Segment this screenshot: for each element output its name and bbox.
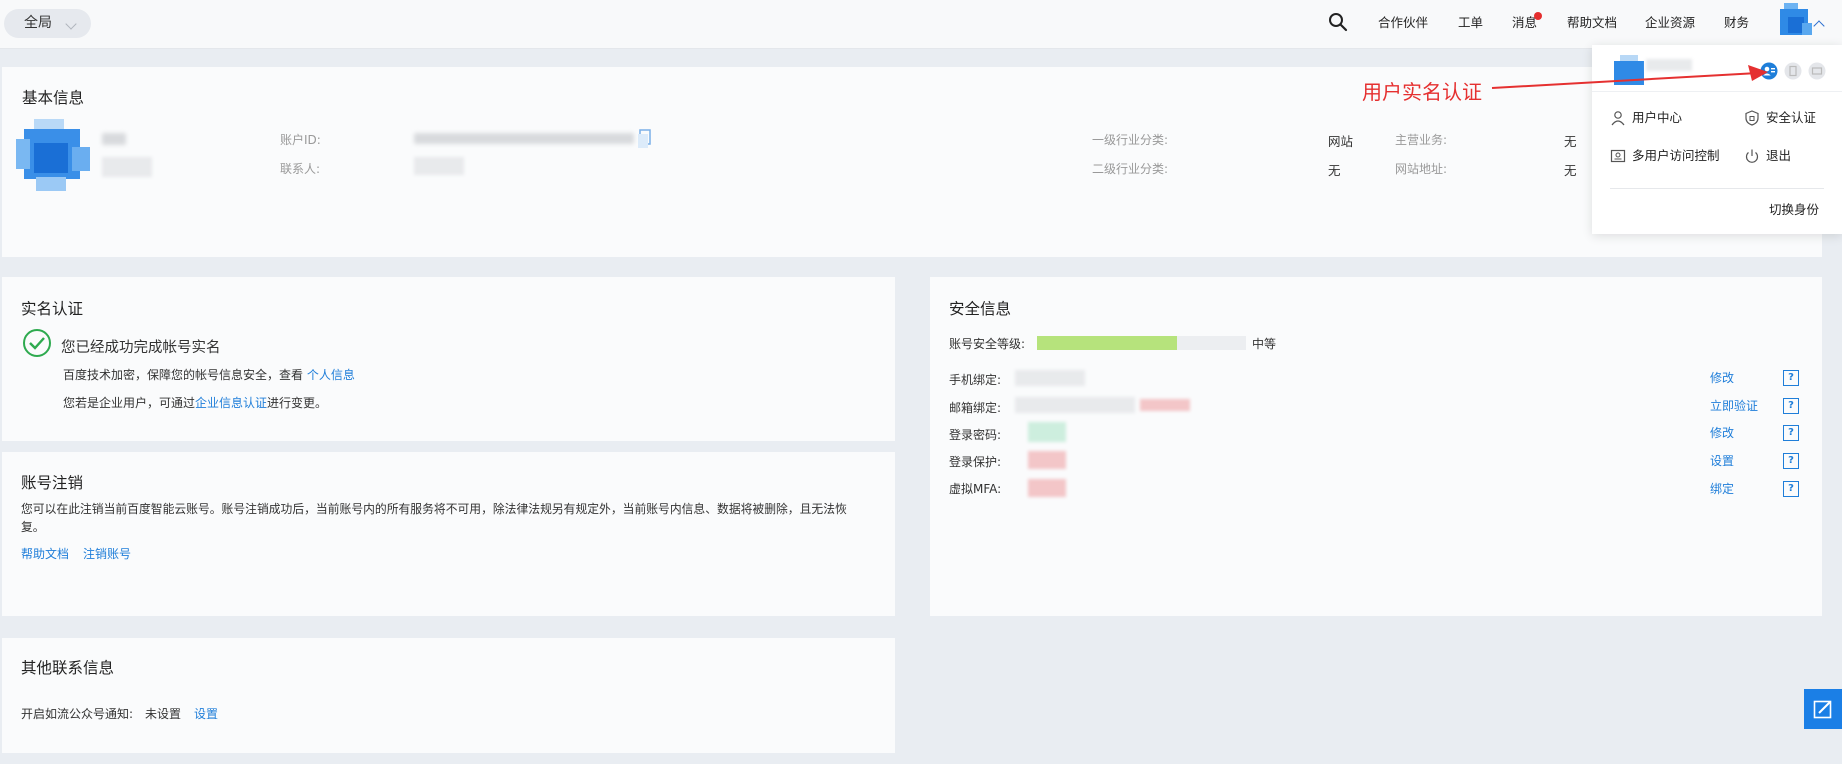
nav-partners[interactable]: 合作伙伴 (1378, 14, 1428, 32)
dropdown-divider (1610, 188, 1824, 189)
help-question-icon[interactable]: ? (1783, 398, 1799, 414)
power-icon (1745, 149, 1759, 163)
redacted-protection-status (1028, 451, 1066, 469)
menu-logout[interactable]: 退出 (1766, 148, 1791, 164)
enterprise-prefix: 您若是企业用户，可通过 (63, 396, 196, 410)
login-password-label: 登录密码: (949, 428, 1002, 442)
realname-card: 实名认证 您已经成功完成帐号实名 百度技术加密，保障您的帐号信息安全，查看 个人… (2, 277, 895, 441)
feedback-button[interactable] (1804, 689, 1842, 729)
contact-label: 联系人: (280, 162, 321, 176)
redacted-email-domain (1140, 399, 1190, 411)
document-icon[interactable] (1784, 62, 1802, 80)
nav-tickets[interactable]: 工单 (1458, 14, 1483, 32)
help-question-icon[interactable]: ? (1783, 425, 1799, 441)
website-label: 网站地址: (1395, 162, 1448, 176)
industry2-label: 二级行业分类: (1092, 162, 1169, 176)
login-protection-label: 登录保护: (949, 455, 1002, 469)
nav-help-docs[interactable]: 帮助文档 (1567, 14, 1617, 32)
scope-label: 全局 (24, 15, 52, 31)
search-icon[interactable] (1328, 12, 1348, 32)
user-avatar[interactable] (1780, 3, 1812, 39)
help-question-icon[interactable]: ? (1783, 481, 1799, 497)
other-contact-title: 其他联系信息 (21, 659, 115, 677)
ruliu-notify-value: 未设置 (145, 707, 182, 721)
redacted-subtext (102, 157, 152, 177)
chevron-down-icon (65, 18, 77, 30)
annotation-arrow (1491, 65, 1768, 89)
top-bar: 全局 合作伙伴 工单 消息 帮助文档 企业资源 财务 (0, 0, 1842, 49)
switch-identity-button[interactable]: 切换身份 (1769, 202, 1819, 218)
menu-user-center[interactable]: 用户中心 (1632, 110, 1682, 126)
redacted-mfa-status (1028, 479, 1066, 497)
industry1-value: 网站 (1328, 134, 1354, 149)
mfa-bind-link[interactable]: 绑定 (1710, 480, 1734, 497)
enterprise-line: 您若是企业用户，可通过企业信息认证进行变更。 (63, 394, 327, 411)
redacted-contact (414, 157, 464, 175)
user-icon (1611, 111, 1625, 126)
check-circle-icon (23, 329, 51, 357)
phone-binding-label: 手机绑定: (949, 373, 1002, 387)
scope-selector[interactable]: 全局 (4, 9, 91, 38)
menu-security-auth[interactable]: 安全认证 (1766, 110, 1816, 126)
cancel-account-title: 账号注销 (21, 474, 84, 492)
help-question-icon[interactable]: ? (1783, 453, 1799, 469)
edit-icon (1813, 700, 1832, 719)
account-avatar (16, 119, 90, 191)
realname-title: 实名认证 (21, 300, 84, 318)
redacted-phone (1015, 370, 1085, 386)
realname-status: 您已经成功完成帐号实名 (61, 340, 221, 356)
help-docs-link[interactable]: 帮助文档 (21, 545, 69, 562)
other-contact-card: 其他联系信息 开启如流公众号通知: 未设置 设置 (2, 638, 895, 753)
protection-setup-link[interactable]: 设置 (1710, 452, 1734, 469)
main-business-label: 主营业务: (1395, 133, 1448, 147)
basic-info-title: 基本信息 (22, 89, 85, 107)
virtual-mfa-label: 虚拟MFA: (949, 482, 1002, 496)
security-title: 安全信息 (949, 300, 1012, 318)
enterprise-suffix: 进行变更。 (267, 396, 328, 410)
security-level-track (1037, 336, 1246, 350)
password-modify-link[interactable]: 修改 (1710, 424, 1734, 441)
security-level-value: 中等 (1252, 337, 1277, 351)
redacted-name (102, 133, 126, 145)
enterprise-auth-link[interactable]: 企业信息认证 (195, 396, 267, 410)
chevron-up-icon[interactable] (1813, 20, 1825, 32)
email-binding-label: 邮箱绑定: (949, 401, 1002, 415)
help-question-icon[interactable]: ? (1783, 370, 1799, 386)
email-verify-link[interactable]: 立即验证 (1710, 397, 1758, 414)
redacted-password-status (1028, 422, 1066, 442)
annotation-label: 用户实名认证 (1362, 80, 1482, 104)
cancel-account-link[interactable]: 注销账号 (83, 545, 131, 562)
realname-desc-line: 百度技术加密，保障您的帐号信息安全，查看 个人信息 (63, 366, 355, 383)
shield-icon (1745, 110, 1759, 126)
ruliu-notify-label: 开启如流公众号通知: (21, 707, 134, 721)
nav-enterprise-resources[interactable]: 企业资源 (1645, 14, 1695, 32)
mail-icon[interactable] (1808, 62, 1826, 80)
personal-info-link[interactable]: 个人信息 (307, 368, 355, 382)
basic-info-card: 基本信息 账户ID: 联系人: 一级行业分类: 网站 二级行业分类: 无 主营业… (2, 67, 1822, 257)
copy-icon[interactable] (638, 128, 652, 148)
menu-multi-user-access[interactable]: 多用户访问控制 (1632, 148, 1720, 164)
industry2-value: 无 (1328, 163, 1341, 178)
industry1-label: 一级行业分类: (1092, 133, 1169, 147)
phone-modify-link[interactable]: 修改 (1710, 369, 1734, 386)
security-level-label: 账号安全等级: (949, 337, 1026, 351)
security-level-fill (1037, 336, 1178, 350)
unread-dot (1534, 12, 1542, 20)
nav-finance[interactable]: 财务 (1724, 14, 1749, 32)
realname-desc: 百度技术加密，保障您的帐号信息安全，查看 (63, 368, 304, 382)
ruliu-notify-setup-link[interactable]: 设置 (194, 705, 218, 722)
main-business-value: 无 (1564, 134, 1577, 149)
redacted-account-id (414, 133, 634, 144)
cancel-account-card: 账号注销 您可以在此注销当前百度智能云账号。账号注销成功后，当前账号内的所有服务… (2, 452, 895, 616)
security-card: 安全信息 账号安全等级: 中等 手机绑定: 修改 ? 邮箱绑定: 立即验证 ? … (930, 277, 1822, 616)
id-card-icon (1610, 149, 1626, 163)
account-id-label: 账户ID: (280, 133, 321, 147)
cancel-desc-line2: 复。 (21, 520, 45, 534)
cancel-desc-line1: 您可以在此注销当前百度智能云账号。账号注销成功后，当前账号内的所有服务将不可用，… (21, 502, 847, 516)
website-value: 无 (1564, 163, 1577, 178)
redacted-email (1015, 397, 1135, 413)
